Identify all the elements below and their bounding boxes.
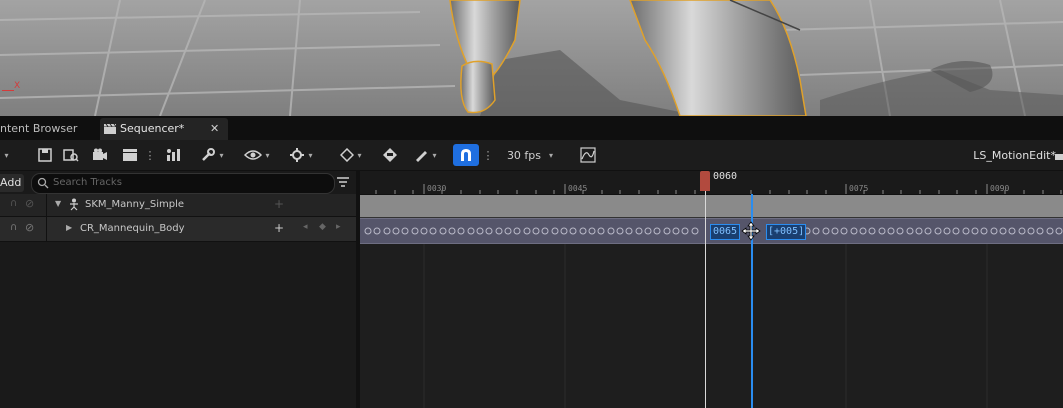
actions-button[interactable] [163, 140, 185, 170]
filter-icon [337, 177, 349, 187]
sequencer-toolbar: ▾ ⋮ ▾ ▾ ▾ ▾ ▾ ⋮ 30 fps ▾ LS_MotionEdit* [0, 140, 1063, 171]
headphones-icon[interactable]: ∩ [10, 222, 17, 233]
tools-button[interactable]: ▾ [197, 140, 227, 170]
disable-icon[interactable]: ⊘ [25, 197, 34, 210]
menu-caret-icon[interactable]: ▾ [0, 140, 10, 170]
next-key-icon[interactable]: ▸ [336, 222, 341, 232]
add-subtrack-icon[interactable]: + [274, 221, 284, 235]
search-icon [37, 177, 49, 189]
level-viewport[interactable]: X [0, 0, 1063, 116]
ruler-tick-label: 0090 [990, 184, 1010, 193]
camera-icon [93, 148, 107, 160]
camera-button[interactable] [90, 140, 110, 170]
playhead-line [705, 191, 706, 408]
track-label: SKM_Manny_Simple [85, 199, 185, 210]
move-cursor-icon [741, 221, 761, 241]
track-lane[interactable] [360, 195, 1063, 218]
eye-icon [244, 150, 263, 160]
edit-tool-button[interactable]: ▾ [410, 140, 440, 170]
key-diamond-icon [340, 148, 355, 162]
chevron-down-icon: ▾ [265, 150, 270, 160]
prev-key-icon[interactable]: ◂ [303, 222, 308, 232]
chevron-down-icon[interactable]: ▼ [55, 199, 61, 208]
tab-content-browser-label: ntent Browser [0, 122, 78, 135]
ruler-tick-label: 0075 [849, 184, 869, 193]
wrench-icon [202, 148, 216, 161]
chevron-down-icon: ▾ [308, 150, 313, 160]
timeline-area[interactable]: 0030 0045 0075 0090 0060 0065 [+005] [360, 171, 1063, 408]
playhead-frame-label: 0060 [713, 171, 738, 182]
ruler-tick-label: 0045 [568, 184, 588, 193]
framerate-dropdown[interactable]: 30 fps ▾ [500, 140, 560, 170]
track-lane[interactable]: 0065 [+005] [360, 218, 1063, 244]
magnet-icon [461, 149, 471, 161]
find-asset-button[interactable] [60, 140, 82, 170]
tab-bar: ntent Browser Sequencer* ✕ [0, 116, 1063, 140]
sequence-name-label: LS_MotionEdit* [973, 148, 1056, 162]
drag-frame-label: 0065 [710, 224, 741, 240]
view-options-button[interactable]: ▾ [240, 140, 274, 170]
actions-icon [167, 149, 180, 161]
ruler-ticks [375, 184, 1062, 194]
add-key-icon[interactable]: ◆ [319, 222, 326, 232]
curve-editor-button[interactable] [577, 140, 599, 170]
tab-content-browser[interactable]: ntent Browser [0, 118, 95, 140]
find-icon [63, 149, 79, 162]
fill-icon [383, 148, 397, 162]
save-icon [38, 148, 52, 162]
disable-icon[interactable]: ⊘ [25, 221, 34, 234]
curve-editor-icon [580, 147, 596, 163]
pencil-icon [416, 151, 428, 162]
close-icon[interactable]: ✕ [210, 118, 219, 140]
snap-options-icon[interactable]: ⋮ [483, 140, 494, 170]
track-row[interactable]: ∩ ⊘ ▼ SKM_Manny_Simple + [0, 194, 356, 217]
key-interpolation-button[interactable]: ▾ [335, 140, 367, 170]
more-options-icon[interactable]: ⋮ [145, 140, 156, 170]
save-sequence-button[interactable] [35, 140, 55, 170]
render-movie-button[interactable] [120, 140, 140, 170]
time-ruler[interactable]: 0030 0045 0075 0090 0060 [360, 171, 1063, 195]
axis-indicator: X [2, 76, 24, 96]
search-input[interactable]: Search Tracks [31, 173, 335, 194]
drag-offset-label: [+005] [766, 224, 807, 240]
add-subtrack-icon[interactable]: + [274, 197, 284, 211]
track-row[interactable]: ∩ ⊘ ▶ CR_Mannequin_Body + ◂ ◆ ▸ [0, 217, 356, 242]
viewport-scene [0, 0, 1063, 116]
sequence-name: LS_MotionEdit* [960, 140, 1056, 170]
add-track-label: Add [0, 176, 22, 189]
playback-gear-icon [290, 148, 305, 162]
filter-button[interactable] [336, 174, 352, 190]
x-axis-line [2, 90, 14, 91]
framerate-label: 30 fps [506, 148, 542, 162]
chevron-down-icon: ▾ [219, 150, 224, 160]
lock-icon[interactable] [1055, 140, 1063, 170]
x-axis-label: X [14, 81, 21, 91]
chevron-down-icon: ▾ [357, 150, 362, 160]
add-track-button[interactable]: Add [0, 174, 24, 192]
tab-sequencer[interactable]: Sequencer* ✕ [100, 118, 228, 140]
ruler-tick-label: 0030 [427, 184, 447, 193]
skeletal-mesh-icon [70, 198, 78, 211]
tab-sequencer-label: Sequencer* [120, 122, 185, 135]
chevron-down-icon: ▾ [549, 150, 554, 160]
headphones-icon[interactable]: ∩ [10, 198, 17, 209]
clapperboard-icon [123, 149, 137, 161]
clapperboard-icon [104, 123, 117, 134]
track-label: CR_Mannequin_Body [80, 223, 185, 234]
chevron-down-icon: ▾ [432, 150, 437, 160]
playhead-handle[interactable] [700, 171, 710, 191]
chevron-right-icon[interactable]: ▶ [66, 223, 72, 232]
snap-toggle-button[interactable] [452, 140, 480, 170]
fill-key-button[interactable] [380, 140, 400, 170]
search-placeholder: Search Tracks [53, 177, 122, 188]
track-outliner: Add Search Tracks ∩ ⊘ ▼ SKM_Manny_Simple… [0, 171, 356, 408]
playback-options-button[interactable]: ▾ [284, 140, 318, 170]
